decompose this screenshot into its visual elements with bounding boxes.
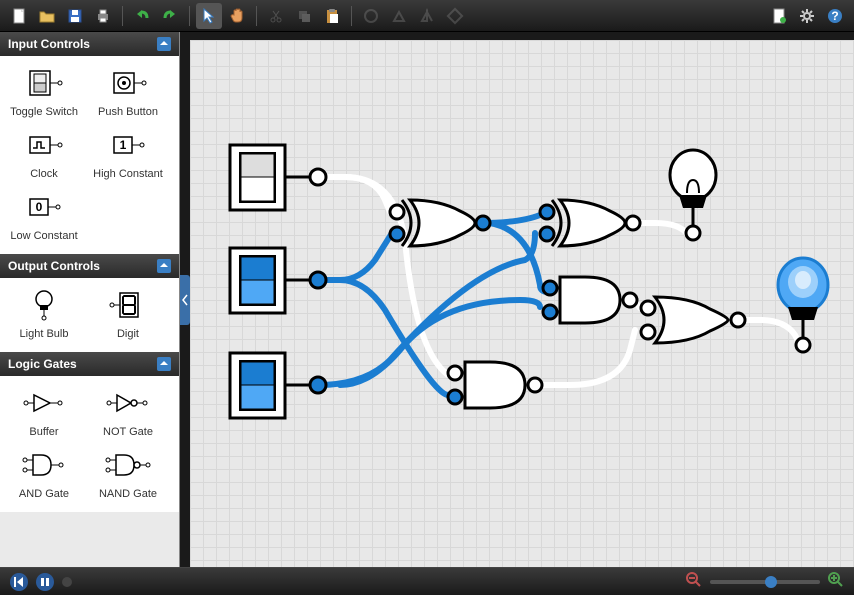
circuit-canvas[interactable] [190, 40, 854, 567]
restart-button[interactable] [10, 573, 28, 591]
component-label: Light Bulb [20, 328, 69, 340]
collapse-icon[interactable] [157, 37, 171, 51]
component-toggle-switch[interactable]: Toggle Switch [2, 62, 86, 124]
component-sidebar[interactable]: Input Controls Toggle Switch Push Button… [0, 32, 180, 567]
section-title: Output Controls [8, 259, 100, 273]
component-label: Push Button [98, 106, 158, 118]
section-header-input[interactable]: Input Controls [0, 32, 179, 56]
pause-button[interactable] [36, 573, 54, 591]
component-and-gate[interactable]: AND Gate [2, 444, 86, 506]
toolbar-separator [122, 6, 123, 26]
main-toolbar: ? [0, 0, 854, 32]
paste-button[interactable] [319, 3, 345, 29]
settings-button[interactable] [794, 3, 820, 29]
shape-circle-button[interactable] [358, 3, 384, 29]
toolbar-separator [189, 6, 190, 26]
new-file-button[interactable] [6, 3, 32, 29]
component-push-button[interactable]: Push Button [86, 62, 170, 124]
svg-text:0: 0 [36, 200, 43, 214]
section-header-output[interactable]: Output Controls [0, 254, 179, 278]
component-label: Digit [117, 328, 139, 340]
and-gate-1[interactable] [448, 362, 542, 408]
undo-button[interactable] [129, 3, 155, 29]
section-body-output: Light Bulb Digit [0, 278, 179, 352]
snapshot-button[interactable] [766, 3, 792, 29]
svg-text:1: 1 [120, 138, 127, 152]
sidebar-collapse-handle[interactable] [180, 275, 190, 325]
switch-3[interactable] [230, 353, 326, 418]
component-not-gate[interactable]: NOT Gate [86, 382, 170, 444]
circuit-svg [190, 40, 850, 567]
save-button[interactable] [62, 3, 88, 29]
section-title: Logic Gates [8, 357, 77, 371]
toolbar-separator [351, 6, 352, 26]
redo-button[interactable] [157, 3, 183, 29]
component-high-constant[interactable]: 1 High Constant [86, 124, 170, 186]
and-gate-2[interactable] [543, 277, 637, 323]
rotate-ccw-button[interactable] [386, 3, 412, 29]
switch-1[interactable] [230, 145, 326, 210]
cut-button[interactable] [263, 3, 289, 29]
xor-gate-1[interactable] [390, 200, 490, 246]
zoom-slider[interactable] [710, 580, 820, 584]
main-area: Input Controls Toggle Switch Push Button… [0, 32, 854, 567]
component-digit[interactable]: Digit [86, 284, 170, 346]
toolbar-separator [256, 6, 257, 26]
section-body-input: Toggle Switch Push Button Clock 1 High C… [0, 56, 179, 254]
component-nand-gate[interactable]: NAND Gate [86, 444, 170, 506]
canvas-wrapper [180, 32, 854, 567]
section-header-logic[interactable]: Logic Gates [0, 352, 179, 376]
status-dot [62, 577, 72, 587]
shape-square-button[interactable] [442, 3, 468, 29]
print-button[interactable] [90, 3, 116, 29]
component-label: Toggle Switch [10, 106, 78, 118]
open-file-button[interactable] [34, 3, 60, 29]
or-gate-1[interactable] [641, 297, 745, 343]
collapse-icon[interactable] [157, 357, 171, 371]
component-label: Buffer [29, 426, 58, 438]
component-label: Low Constant [10, 230, 77, 242]
component-label: High Constant [93, 168, 163, 180]
component-low-constant[interactable]: 0 Low Constant [2, 186, 86, 248]
zoom-in-button[interactable] [828, 572, 844, 591]
component-label: Clock [30, 168, 58, 180]
component-label: NAND Gate [99, 488, 157, 500]
help-button[interactable]: ? [822, 3, 848, 29]
xor-gate-2[interactable] [540, 200, 640, 246]
component-light-bulb[interactable]: Light Bulb [2, 284, 86, 346]
bottom-toolbar [0, 567, 854, 595]
component-label: NOT Gate [103, 426, 153, 438]
section-body-logic: Buffer NOT Gate AND Gate NAND Gate [0, 376, 179, 512]
flip-button[interactable] [414, 3, 440, 29]
collapse-icon[interactable] [157, 259, 171, 273]
pan-tool-button[interactable] [224, 3, 250, 29]
section-title: Input Controls [8, 37, 90, 51]
component-label: AND Gate [19, 488, 69, 500]
svg-text:?: ? [831, 9, 838, 23]
pointer-tool-button[interactable] [196, 3, 222, 29]
component-buffer[interactable]: Buffer [2, 382, 86, 444]
zoom-out-button[interactable] [686, 572, 702, 591]
component-clock[interactable]: Clock [2, 124, 86, 186]
switch-2[interactable] [230, 248, 326, 313]
light-bulb-2[interactable] [778, 258, 828, 352]
copy-button[interactable] [291, 3, 317, 29]
